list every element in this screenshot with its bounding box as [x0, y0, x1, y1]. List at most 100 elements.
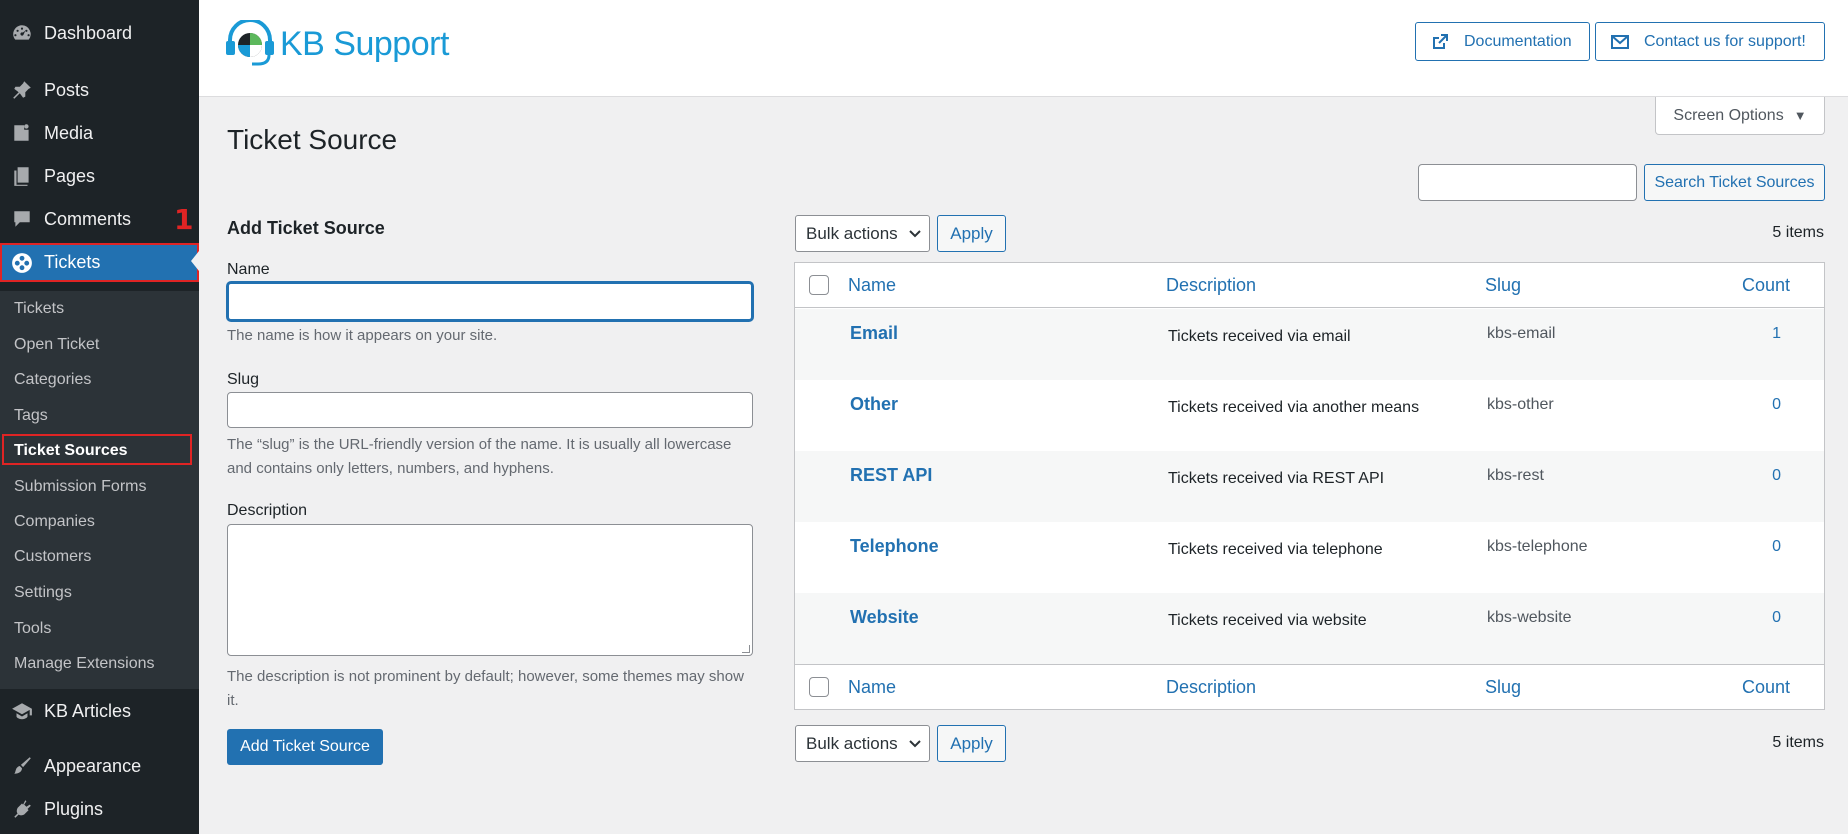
- row-name-link[interactable]: Other: [850, 394, 898, 415]
- apply-button-bottom[interactable]: Apply: [937, 725, 1006, 762]
- table-row: Telephone Tickets received via telephone…: [795, 522, 1824, 593]
- ticket-sources-table: Name Description Slug Count Email Ticket…: [794, 262, 1825, 710]
- resize-handle[interactable]: [742, 645, 750, 653]
- submenu-companies[interactable]: Companies: [14, 513, 95, 531]
- menu-media[interactable]: Media: [0, 115, 199, 151]
- menu-label: Posts: [44, 79, 90, 100]
- select-all-checkbox[interactable]: [809, 275, 829, 295]
- caret-down-icon: ▼: [1793, 108, 1807, 123]
- menu-plugins[interactable]: Plugins: [0, 791, 199, 827]
- row-slug: kbs-website: [1487, 609, 1572, 626]
- annotation-1: 1: [174, 203, 194, 236]
- menu-label: Media: [44, 122, 94, 143]
- column-slug[interactable]: Slug: [1485, 275, 1521, 296]
- logo-text: KB Support: [280, 24, 449, 63]
- submenu-tickets[interactable]: Tickets: [14, 300, 64, 318]
- headset-logo-icon: [226, 20, 274, 66]
- submenu-settings[interactable]: Settings: [14, 584, 72, 602]
- education-icon: [0, 700, 44, 722]
- row-name-link[interactable]: Email: [850, 323, 898, 344]
- name-label: Name: [227, 261, 270, 278]
- row-slug: kbs-rest: [1487, 467, 1544, 484]
- external-link-icon: [1433, 33, 1448, 49]
- row-name-link[interactable]: REST API: [850, 465, 932, 486]
- menu-kb-articles[interactable]: KB Articles: [0, 693, 199, 729]
- menu-comments[interactable]: Comments: [0, 201, 199, 237]
- menu-pages[interactable]: Pages: [0, 158, 199, 194]
- kb-support-logo[interactable]: KB Support: [224, 20, 449, 68]
- row-description: Tickets received via another means: [1168, 399, 1420, 416]
- column-description[interactable]: Description: [1166, 275, 1256, 296]
- description-label: Description: [227, 502, 308, 519]
- submenu-ticket-sources[interactable]: Ticket Sources: [14, 442, 128, 460]
- bulk-actions-select-top[interactable]: Bulk actions: [795, 215, 930, 252]
- slug-field[interactable]: [227, 392, 753, 428]
- documentation-button[interactable]: Documentation: [1415, 22, 1590, 61]
- row-description: Tickets received via REST API: [1168, 470, 1385, 487]
- menu-dashboard[interactable]: Dashboard: [0, 15, 199, 51]
- submenu-tags[interactable]: Tags: [14, 407, 48, 425]
- column-name-footer[interactable]: Name: [848, 677, 896, 698]
- menu-label: Pages: [44, 165, 96, 186]
- menu-tickets[interactable]: Tickets: [0, 243, 199, 282]
- row-description: Tickets received via email: [1168, 328, 1351, 345]
- items-count-top: 5 items: [1772, 224, 1824, 241]
- menu-label: Dashboard: [44, 22, 133, 43]
- pages-icon: [0, 165, 44, 187]
- menu-label: Comments: [44, 208, 132, 229]
- column-name[interactable]: Name: [848, 275, 896, 296]
- bulk-actions-select-bottom[interactable]: Bulk actions: [795, 725, 930, 762]
- submenu-submission-forms[interactable]: Submission Forms: [14, 478, 146, 496]
- media-icon: [0, 122, 44, 144]
- comment-icon: [0, 208, 44, 230]
- dashboard-icon: [0, 22, 44, 44]
- plugin-icon: [0, 798, 44, 820]
- table-footer: Name Description Slug Count: [795, 664, 1824, 709]
- row-count-link[interactable]: 0: [1772, 538, 1781, 556]
- support-icon: [0, 252, 44, 274]
- menu-label: Appearance: [44, 755, 142, 776]
- row-count-link[interactable]: 0: [1772, 396, 1781, 414]
- apply-button-top[interactable]: Apply: [937, 215, 1006, 252]
- search-ticket-sources-button[interactable]: Search Ticket Sources: [1644, 164, 1825, 201]
- submenu-manage-extensions[interactable]: Manage Extensions: [14, 655, 155, 673]
- name-help: The name is how it appears on your site.: [227, 327, 498, 344]
- submenu-categories[interactable]: Categories: [14, 371, 91, 389]
- search-input[interactable]: [1418, 164, 1637, 201]
- email-icon: [1611, 34, 1629, 49]
- row-count-link[interactable]: 0: [1772, 609, 1781, 627]
- row-name-link[interactable]: Website: [850, 607, 919, 628]
- column-slug-footer[interactable]: Slug: [1485, 677, 1521, 698]
- description-help: The description is not prominent by defa…: [227, 668, 744, 709]
- submenu-customers[interactable]: Customers: [14, 548, 91, 566]
- items-count-bottom: 5 items: [1772, 734, 1824, 751]
- add-ticket-source-button[interactable]: Add Ticket Source: [227, 729, 383, 765]
- column-count-footer[interactable]: Count: [1742, 677, 1790, 698]
- name-field[interactable]: [227, 282, 753, 321]
- row-count-link[interactable]: 1: [1772, 325, 1781, 343]
- submenu-tools[interactable]: Tools: [14, 620, 51, 638]
- menu-label: Tickets: [44, 252, 101, 272]
- row-count-link[interactable]: 0: [1772, 467, 1781, 485]
- menu-appearance[interactable]: Appearance: [0, 748, 199, 784]
- row-description: Tickets received via website: [1168, 612, 1367, 629]
- screen-options-button[interactable]: Screen Options ▼: [1655, 97, 1825, 135]
- menu-label: Plugins: [44, 798, 104, 819]
- description-textarea[interactable]: [227, 524, 753, 656]
- select-all-checkbox-footer[interactable]: [809, 677, 829, 697]
- row-name-link[interactable]: Telephone: [850, 536, 939, 557]
- column-description-footer[interactable]: Description: [1166, 677, 1256, 698]
- menu-posts[interactable]: Posts: [0, 72, 199, 108]
- table-row: REST API Tickets received via REST API k…: [795, 451, 1824, 522]
- slug-help: The “slug” is the URL-friendly version o…: [227, 436, 732, 477]
- active-indicator: [191, 251, 199, 271]
- column-count[interactable]: Count: [1742, 275, 1790, 296]
- brush-icon: [0, 755, 44, 777]
- submenu-open-ticket[interactable]: Open Ticket: [14, 336, 99, 354]
- row-slug: kbs-email: [1487, 325, 1556, 342]
- plugin-header: KB Support Documentation Contact us for …: [199, 0, 1848, 97]
- chevron-down-icon: [908, 229, 921, 237]
- chevron-down-icon: [908, 739, 921, 747]
- admin-sidebar: Dashboard Posts Media Pages Comments Tic…: [0, 0, 199, 834]
- contact-support-button[interactable]: Contact us for support!: [1595, 22, 1825, 61]
